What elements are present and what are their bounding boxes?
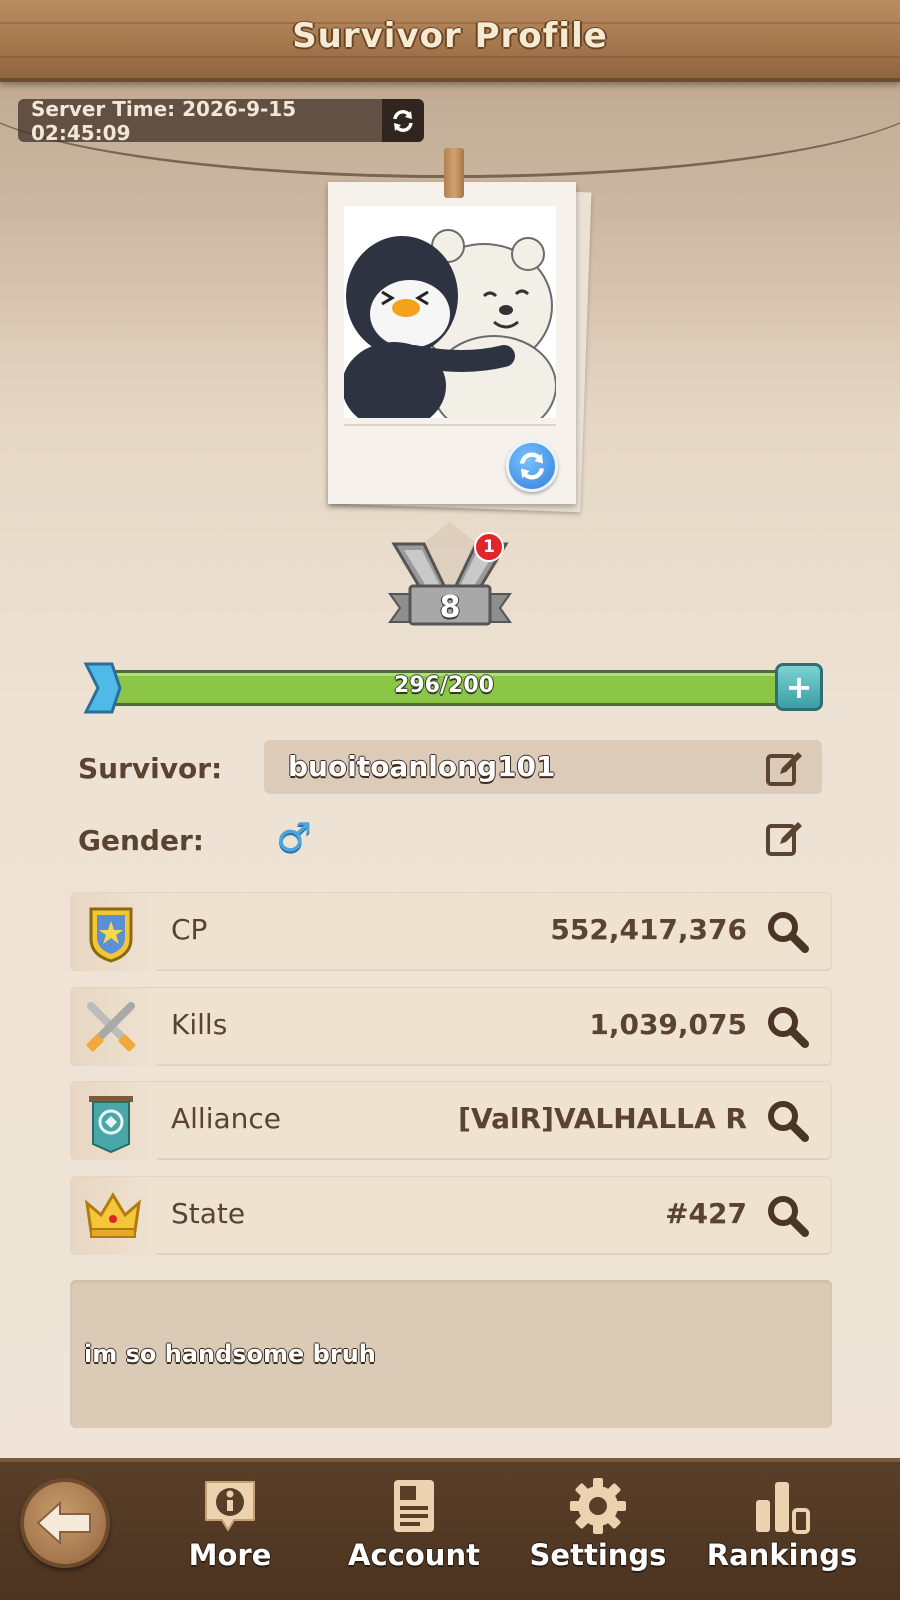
nav-rankings-button[interactable]: Rankings <box>702 1476 862 1596</box>
header-bar: Survivor Profile <box>0 0 900 82</box>
search-icon[interactable] <box>765 909 809 953</box>
plus-icon: + <box>785 668 813 706</box>
crossed-swords-icon <box>86 1002 136 1052</box>
nav-more-button[interactable]: More <box>150 1476 310 1596</box>
change-avatar-button[interactable] <box>506 440 558 492</box>
survivor-name: buoitoanlong101 <box>288 750 556 783</box>
photo-divider <box>344 424 556 426</box>
clothespin-clip <box>444 148 464 198</box>
account-card-icon <box>394 1480 434 1532</box>
stat-value: 552,417,376 <box>550 913 747 946</box>
avatar-image <box>344 206 556 418</box>
edit-gender-icon[interactable] <box>764 818 804 858</box>
stat-label: CP <box>171 913 208 946</box>
nav-account-label: Account <box>348 1538 480 1572</box>
stat-row-kills: Kills 1,039,075 <box>70 987 832 1066</box>
stat-label: State <box>171 1197 246 1230</box>
refresh-icon <box>393 109 413 132</box>
add-xp-button[interactable]: + <box>775 663 823 711</box>
crown-icon <box>84 1192 142 1238</box>
stat-row-state: State #427 <box>70 1176 832 1255</box>
stat-value: [ValR]VALHALLA R <box>458 1102 747 1135</box>
back-arrow-icon <box>36 1501 91 1545</box>
stat-value: #427 <box>665 1197 747 1230</box>
alliance-banner-icon <box>89 1096 133 1154</box>
stat-row-cp: CP 552,417,376 <box>70 892 832 971</box>
stat-row-alliance: Alliance [ValR]VALHALLA R <box>70 1081 832 1160</box>
stat-icon-cell <box>71 1082 157 1160</box>
search-icon[interactable] <box>765 1098 809 1142</box>
avatar[interactable] <box>344 206 556 418</box>
nav-rankings-label: Rankings <box>706 1538 858 1572</box>
notification-badge: 1 <box>474 532 504 562</box>
bio-text: im so handsome bruh <box>84 1340 376 1368</box>
server-time-refresh-button[interactable] <box>382 99 424 142</box>
male-gender-icon: ♂ <box>276 815 312 861</box>
server-time-bar: Server Time: 2026-9-15 02:45:09 <box>18 96 424 145</box>
back-button[interactable] <box>20 1478 110 1568</box>
stat-value: 1,039,075 <box>589 1008 747 1041</box>
refresh-icon <box>520 452 544 480</box>
page-title: Survivor Profile <box>292 16 608 56</box>
xp-progress-text: 296/200 <box>394 673 494 698</box>
stat-label: Alliance <box>171 1102 282 1135</box>
edit-name-icon[interactable] <box>764 748 804 788</box>
stat-icon-cell <box>71 893 157 971</box>
rank-level: 8 <box>439 590 461 625</box>
shield-star-icon <box>89 907 133 963</box>
nav-settings-button[interactable]: Settings <box>518 1476 678 1596</box>
wood-grain <box>0 56 900 58</box>
gear-icon <box>570 1478 626 1534</box>
nav-more-label: More <box>188 1538 272 1572</box>
search-icon[interactable] <box>765 1004 809 1048</box>
server-time-label: Server Time: 2026-9-15 02:45:09 <box>31 96 297 145</box>
stat-icon-cell <box>71 988 157 1066</box>
gender-label: Gender: <box>78 824 204 857</box>
stat-icon-cell <box>71 1177 157 1255</box>
nav-account-button[interactable]: Account <box>334 1476 494 1596</box>
survivor-label: Survivor: <box>78 752 223 785</box>
stat-label: Kills <box>171 1008 228 1041</box>
search-icon[interactable] <box>765 1193 809 1237</box>
info-icon <box>205 1481 255 1531</box>
rankings-chart-icon <box>756 1482 810 1534</box>
nav-settings-label: Settings <box>529 1538 667 1572</box>
